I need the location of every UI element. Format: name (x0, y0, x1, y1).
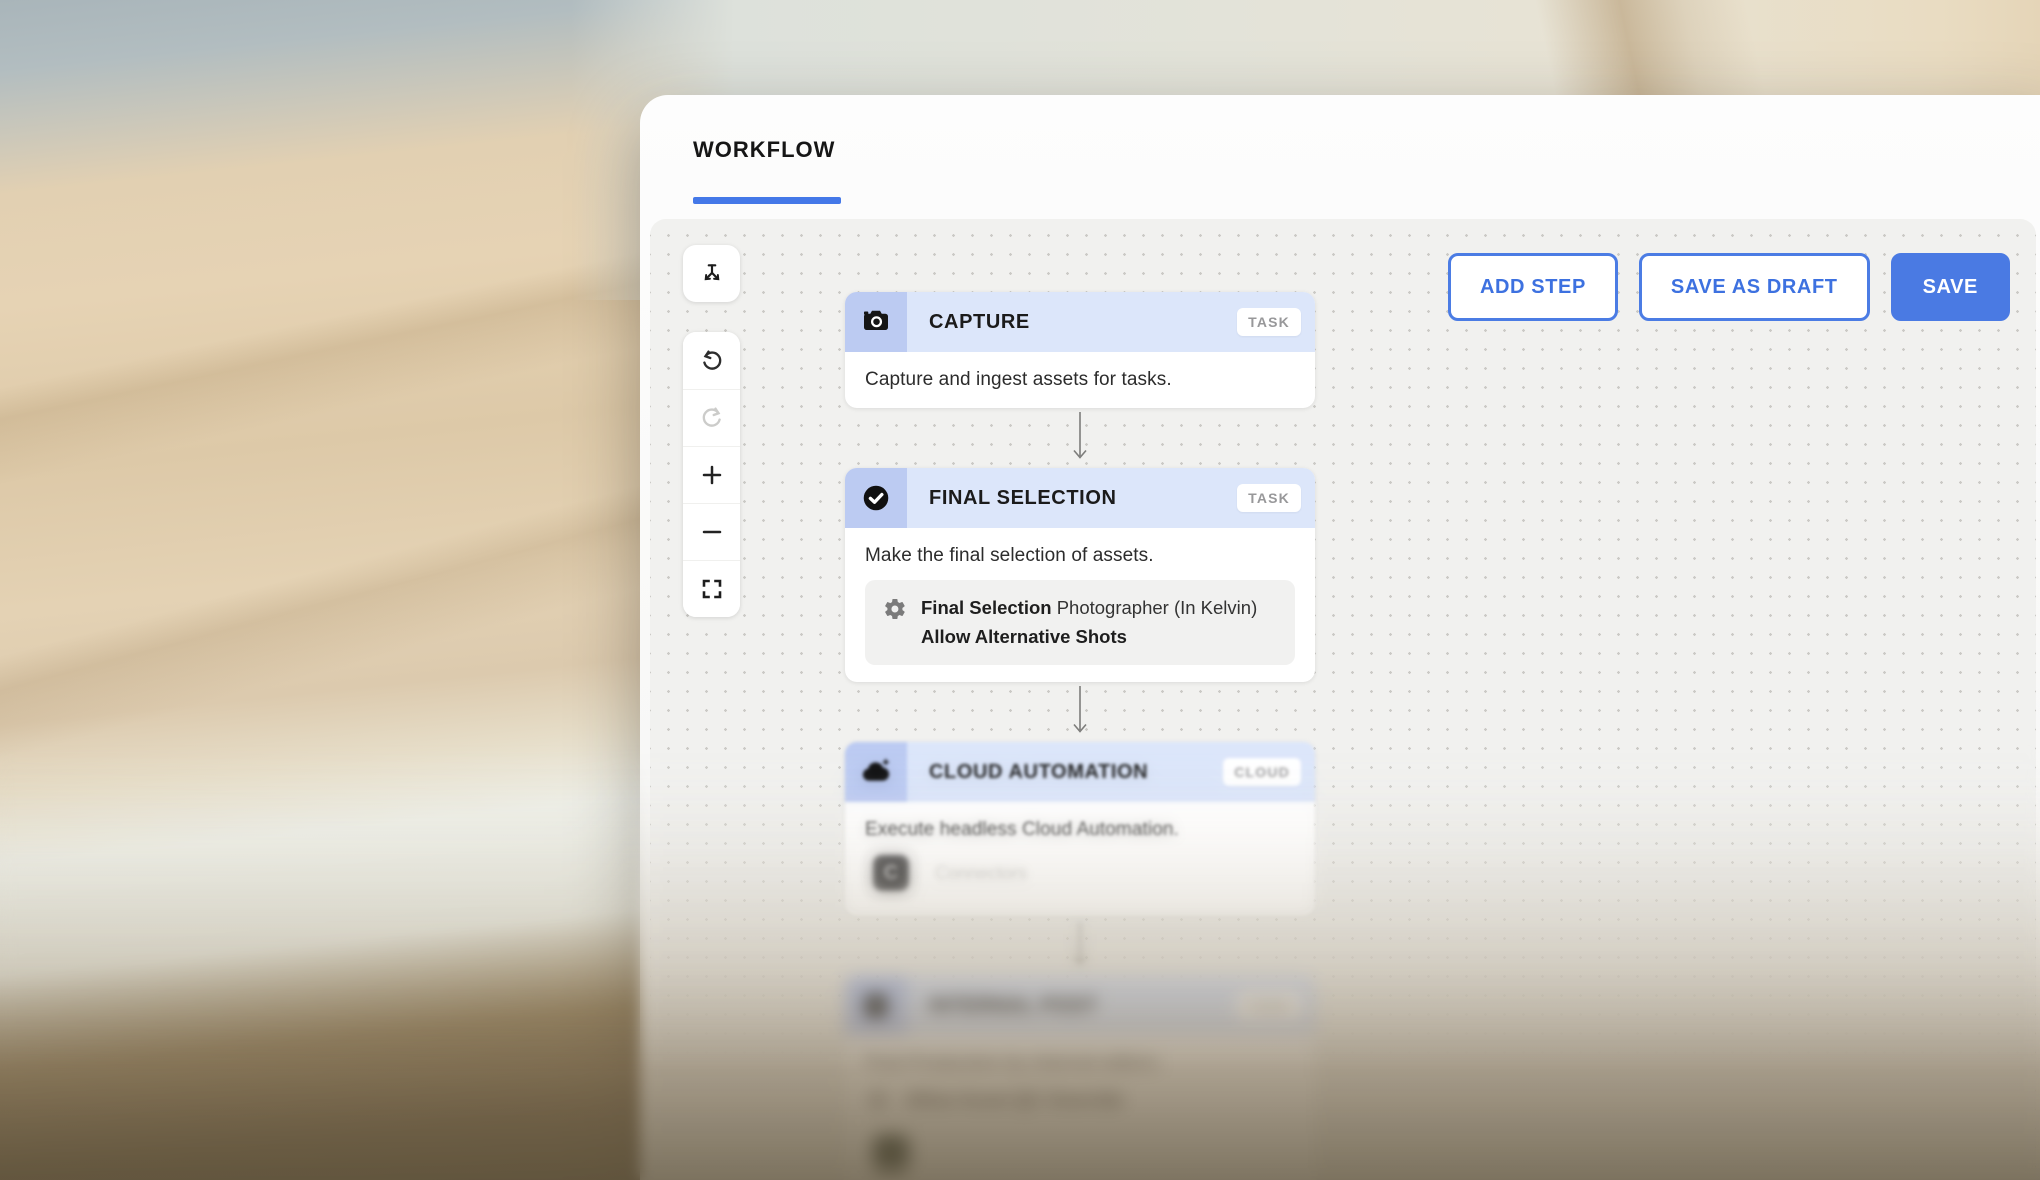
card-title: INTERNAL POST (929, 995, 1237, 1018)
step-type-badge: TASK (1237, 484, 1301, 512)
card-title: FINAL SELECTION (929, 487, 1237, 510)
flow-connector-arrow (1071, 682, 1089, 742)
panel-header: WORKFLOW (640, 95, 2040, 219)
card-header: INTERNAL POST TASK (845, 976, 1315, 1036)
flow-connector-arrow (1071, 916, 1089, 976)
connector-c-icon: C (873, 855, 909, 891)
step-type-badge: TASK (1237, 992, 1301, 1020)
connector-row: C Connectors (865, 841, 1295, 899)
fit-view-button[interactable] (683, 560, 740, 617)
redo-button[interactable] (683, 389, 740, 446)
zoom-out-icon (700, 520, 724, 544)
workflow-panel: WORKFLOW (640, 95, 2040, 1180)
card-title: CLOUD AUTOMATION (929, 761, 1223, 784)
step-description: Capture and ingest assets for tasks. (865, 369, 1295, 391)
card-header: FINAL SELECTION TASK (845, 468, 1315, 528)
save-button[interactable]: SAVE (1891, 253, 2010, 321)
card-body: Post Production by internal editors. All… (845, 1036, 1315, 1180)
step-description: Make the final selection of assets. (865, 545, 1295, 567)
card-header: CAPTURE TASK (845, 292, 1315, 352)
setting-flag: Allow Asset QC Override (905, 1089, 1123, 1111)
connector-chip[interactable]: C (865, 847, 917, 899)
step-card-internal-post[interactable]: INTERNAL POST TASK Post Production by in… (845, 976, 1315, 1180)
cloud-sparkle-icon (845, 742, 907, 802)
fit-view-icon (700, 577, 724, 601)
setting-flag: Allow Alternative Shots (921, 623, 1257, 652)
step-card-capture[interactable]: CAPTURE TASK Capture and ingest assets f… (845, 292, 1315, 408)
connector-label: Connectors (935, 863, 1027, 884)
step-settings-panel[interactable]: Final Selection Photographer (In Kelvin)… (865, 580, 1295, 665)
card-body: Make the final selection of assets. Fina… (845, 528, 1315, 682)
canvas-toolbar (683, 245, 740, 617)
document-icon (845, 976, 907, 1036)
undo-button[interactable] (683, 332, 740, 389)
card-title: CAPTURE (929, 311, 1237, 334)
step-card-final-selection[interactable]: FINAL SELECTION TASK Make the final sele… (845, 468, 1315, 682)
setting-value: Photographer (In Kelvin) (1057, 597, 1258, 618)
card-body: Capture and ingest assets for tasks. (845, 352, 1315, 408)
header-actions: ADD STEP SAVE AS DRAFT SAVE (1448, 253, 2010, 321)
step-description: Post Production by internal editors. (865, 1053, 1295, 1075)
zoom-tool-group (683, 332, 740, 617)
zoom-in-button[interactable] (683, 446, 740, 503)
tab-workflow-label: WORKFLOW (693, 137, 835, 163)
workflow-canvas[interactable]: ADD STEP SAVE AS DRAFT SAVE CAPTURE (650, 219, 2036, 1180)
gear-icon (867, 1089, 891, 1111)
save-as-draft-button[interactable]: SAVE AS DRAFT (1639, 253, 1870, 321)
step-settings-row: Allow Asset QC Override (865, 1089, 1295, 1111)
connector-monogram: C (884, 862, 898, 885)
auto-layout-icon (699, 261, 725, 287)
step-card-cloud-automation[interactable]: CLOUD AUTOMATION CLOUD Execute headless … (845, 742, 1315, 916)
tab-active-indicator (693, 197, 841, 204)
step-type-badge: CLOUD (1223, 758, 1301, 786)
zoom-in-icon (700, 463, 724, 487)
camera-icon (845, 292, 907, 352)
flow-connector-arrow (1071, 408, 1089, 468)
zoom-out-button[interactable] (683, 503, 740, 560)
setting-name: Final Selection (921, 597, 1052, 618)
workflow-step-list: CAPTURE TASK Capture and ingest assets f… (845, 292, 1315, 1180)
connector-icon (873, 1135, 909, 1171)
add-step-button[interactable]: ADD STEP (1448, 253, 1618, 321)
step-type-badge: TASK (1237, 308, 1301, 336)
redo-icon (699, 405, 725, 431)
card-body: Execute headless Cloud Automation. C Con… (845, 802, 1315, 916)
card-header: CLOUD AUTOMATION CLOUD (845, 742, 1315, 802)
gear-icon (883, 597, 907, 621)
auto-layout-button[interactable] (683, 245, 740, 302)
check-circle-icon (845, 468, 907, 528)
connector-chip-partial[interactable] (865, 1127, 917, 1179)
undo-icon (699, 348, 725, 374)
step-description: Execute headless Cloud Automation. (865, 819, 1295, 841)
settings-text: Final Selection Photographer (In Kelvin)… (921, 594, 1257, 651)
